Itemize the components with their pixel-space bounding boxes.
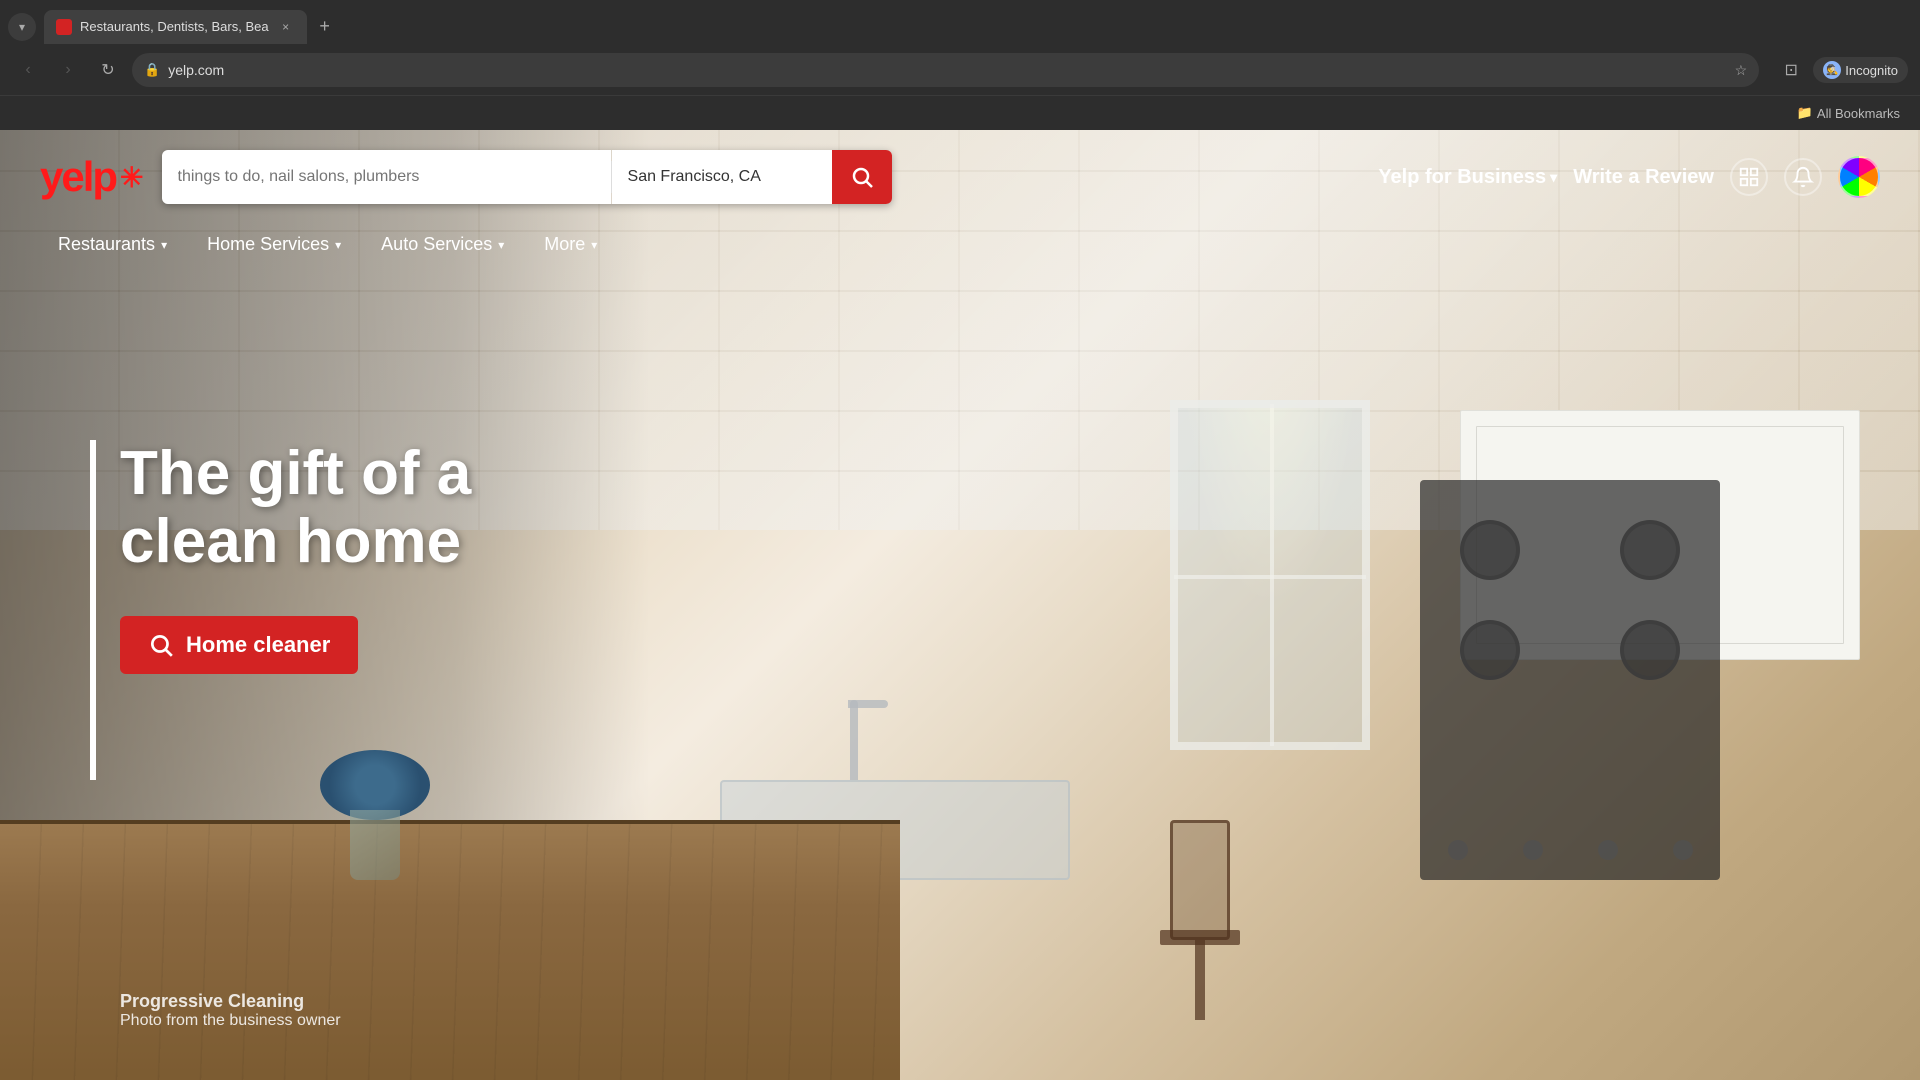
search-button[interactable] — [832, 150, 892, 204]
search-input[interactable] — [162, 150, 611, 204]
location-input[interactable] — [612, 150, 832, 204]
yelp-nav: Restaurants ▾ Home Services ▾ Auto Servi… — [0, 224, 1920, 265]
home-cleaner-cta-button[interactable]: Home cleaner — [120, 616, 358, 674]
forward-button[interactable]: › — [52, 54, 84, 86]
stove-knobs — [1420, 840, 1720, 860]
yelp-for-business-chevron: ▾ — [1550, 169, 1557, 186]
yelp-header: yelp✳ Yelp for Business ▾ Write a Review — [0, 130, 1920, 224]
burner-2 — [1620, 520, 1680, 580]
hero-content: The gift of a clean home Home cleaner — [120, 440, 620, 674]
burner-1 — [1460, 520, 1520, 580]
user-avatar[interactable] — [1838, 156, 1880, 198]
browser-chrome: ▾ Restaurants, Dentists, Bars, Bea × + ‹… — [0, 0, 1920, 130]
kitchen-stool — [1160, 820, 1240, 1020]
stool-leg — [1195, 940, 1205, 1020]
browser-nav-bar: ‹ › ↻ 🔒 yelp.com ☆ ⊡ 🕵 Incognito — [0, 45, 1920, 95]
window-light — [1178, 408, 1362, 608]
yelp-for-business-button[interactable]: Yelp for Business ▾ — [1378, 166, 1557, 189]
vase-body — [350, 810, 400, 880]
browser-tab-bar: ▾ Restaurants, Dentists, Bars, Bea × + — [0, 0, 1920, 45]
burner-4 — [1620, 620, 1680, 680]
tab-close-button[interactable]: × — [277, 18, 295, 36]
yelp-logo[interactable]: yelp✳ — [40, 153, 142, 201]
knob-4 — [1673, 840, 1693, 860]
bookmarks-bar: 📁 All Bookmarks — [0, 95, 1920, 130]
search-bar — [162, 150, 892, 204]
wood-grain-texture — [0, 824, 900, 1080]
flower-vase — [350, 810, 400, 880]
kitchen-faucet — [850, 700, 858, 780]
bell-icon — [1792, 166, 1814, 188]
nav-home-services-chevron: ▾ — [335, 238, 341, 252]
hero-headline: The gift of a clean home — [120, 440, 620, 576]
knob-2 — [1523, 840, 1543, 860]
yelp-for-business-label: Yelp for Business — [1378, 166, 1546, 189]
header-right: Yelp for Business ▾ Write a Review — [1378, 156, 1880, 198]
yelp-logo-text: yelp — [40, 153, 116, 201]
write-review-button[interactable]: Write a Review — [1573, 166, 1714, 189]
bookmark-star-icon[interactable]: ☆ — [1735, 62, 1748, 79]
kitchen-window — [1170, 400, 1370, 750]
notifications-button[interactable] — [1784, 158, 1822, 196]
knob-3 — [1598, 840, 1618, 860]
new-tab-button[interactable]: + — [311, 13, 339, 41]
photo-credit-subtitle: Photo from the business owner — [120, 1012, 341, 1030]
photo-credit-business-name: Progressive Cleaning — [120, 991, 341, 1012]
yelp-logo-burst: ✳ — [120, 161, 141, 194]
nav-right-area: ⊡ 🕵 Incognito — [1775, 54, 1908, 86]
nav-item-restaurants[interactable]: Restaurants ▾ — [40, 224, 185, 265]
burner-3 — [1460, 620, 1520, 680]
nav-home-services-label: Home Services — [207, 234, 329, 255]
photo-credit: Progressive Cleaning Photo from the busi… — [120, 991, 341, 1030]
cta-search-icon — [148, 632, 174, 658]
incognito-label: Incognito — [1845, 63, 1898, 78]
portfolio-icon — [1738, 166, 1760, 188]
stool-back — [1170, 820, 1230, 940]
url-display: yelp.com — [168, 62, 1726, 78]
tab-favicon — [56, 19, 72, 35]
search-icon — [850, 165, 874, 189]
nav-item-auto-services[interactable]: Auto Services ▾ — [363, 224, 522, 265]
cta-label: Home cleaner — [186, 632, 330, 658]
incognito-icon: 🕵 — [1823, 61, 1841, 79]
nav-item-home-services[interactable]: Home Services ▾ — [189, 224, 359, 265]
tab-arrow-button[interactable]: ▾ — [8, 13, 36, 41]
wood-table — [0, 820, 900, 1080]
portfolio-button[interactable] — [1730, 158, 1768, 196]
nav-item-more[interactable]: More ▾ — [526, 224, 615, 265]
all-bookmarks-label: All Bookmarks — [1817, 106, 1900, 121]
nav-auto-services-label: Auto Services — [381, 234, 492, 255]
yelp-page: yelp✳ Yelp for Business ▾ Write a Review — [0, 130, 1920, 1080]
stove-area — [1420, 480, 1720, 880]
nav-restaurants-chevron: ▾ — [161, 238, 167, 252]
tab-title: Restaurants, Dentists, Bars, Bea — [80, 19, 269, 34]
nav-more-label: More — [544, 234, 585, 255]
browser-tab-active[interactable]: Restaurants, Dentists, Bars, Bea × — [44, 10, 307, 44]
all-bookmarks-button[interactable]: 📁 All Bookmarks — [1789, 101, 1908, 125]
write-review-label: Write a Review — [1573, 166, 1714, 188]
nav-auto-services-chevron: ▾ — [498, 238, 504, 252]
tab-view-button[interactable]: ⊡ — [1775, 54, 1807, 86]
hero-accent-bar — [90, 440, 96, 780]
lock-icon: 🔒 — [144, 62, 160, 78]
bookmarks-folder-icon: 📁 — [1797, 105, 1813, 121]
nav-restaurants-label: Restaurants — [58, 234, 155, 255]
knob-1 — [1448, 840, 1468, 860]
address-bar[interactable]: 🔒 yelp.com ☆ — [132, 53, 1759, 87]
nav-more-chevron: ▾ — [591, 238, 597, 252]
incognito-badge[interactable]: 🕵 Incognito — [1813, 57, 1908, 83]
reload-button[interactable]: ↻ — [92, 54, 124, 86]
back-button[interactable]: ‹ — [12, 54, 44, 86]
